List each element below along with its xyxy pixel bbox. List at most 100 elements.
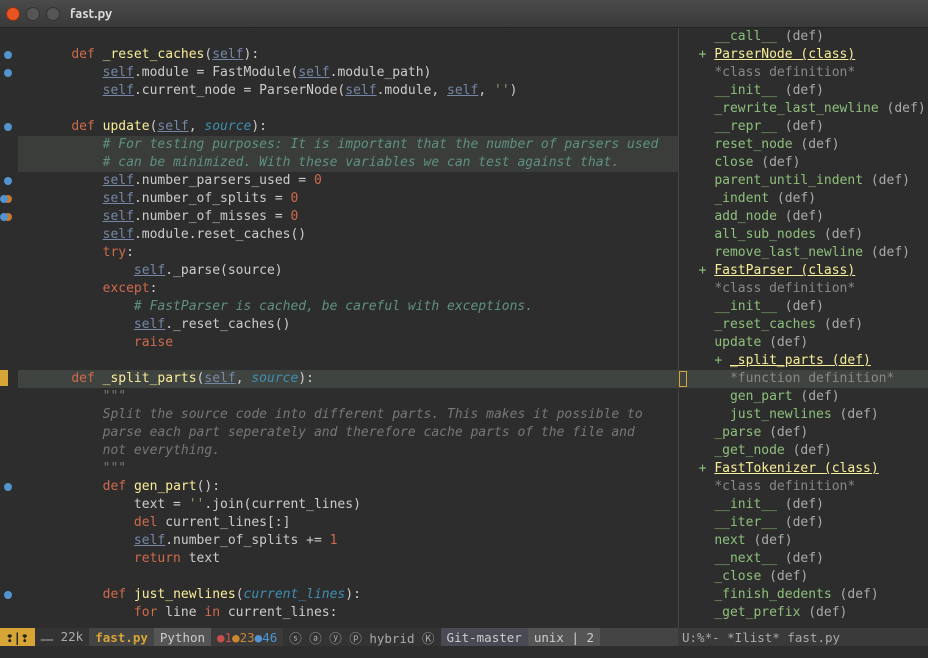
gutter-mark-blue — [0, 195, 8, 203]
modeline-left: ❢|❢ ⎼ 22k fast.py Python ●1 ●23 ●46 ⓢ ⓐ … — [0, 628, 678, 646]
code-line[interactable]: for line in current_lines: — [18, 604, 678, 622]
code-line[interactable]: def just_newlines(current_lines): — [18, 586, 678, 604]
code-line[interactable]: def gen_part(): — [18, 478, 678, 496]
gutter — [0, 28, 18, 628]
flycheck-status[interactable]: ●1 ●23 ●46 — [211, 628, 283, 646]
outline-item[interactable]: *class definition* — [679, 280, 928, 298]
code-line[interactable]: text = ''.join(current_lines) — [18, 496, 678, 514]
code-line[interactable]: Split the source code into different par… — [18, 406, 678, 424]
code-line[interactable] — [18, 352, 678, 370]
code-area[interactable]: def _reset_caches(self): self.module = F… — [18, 28, 678, 622]
outline-item[interactable]: + FastParser (class) — [679, 262, 928, 280]
flycheck-info: ●46 — [255, 630, 278, 645]
outline-item[interactable]: remove_last_newline (def) — [679, 244, 928, 262]
outline-item[interactable]: _get_node (def) — [679, 442, 928, 460]
warning-indicator: ❢|❢ — [0, 628, 35, 646]
minimize-icon[interactable] — [26, 7, 40, 21]
close-icon[interactable] — [6, 7, 20, 21]
gutter-mark-blue — [0, 213, 8, 221]
buffer-name[interactable]: fast.py — [89, 628, 154, 646]
code-line[interactable]: del current_lines[:] — [18, 514, 678, 532]
modeline-right: U:%*- *Ilist* fast.py — [678, 628, 928, 646]
workspace: def _reset_caches(self): self.module = F… — [0, 28, 928, 628]
outline-item[interactable]: just_newlines (def) — [679, 406, 928, 424]
minor-modes: ⓢ ⓐ ⓨ ⓟ hybrid Ⓚ — [283, 628, 440, 646]
titlebar: fast.py — [0, 0, 928, 28]
code-line[interactable]: def _reset_caches(self): — [18, 46, 678, 64]
minibuffer[interactable] — [0, 646, 928, 658]
code-line[interactable]: # FastParser is cached, be careful with … — [18, 298, 678, 316]
outline-item[interactable]: gen_part (def) — [679, 388, 928, 406]
encoding: unix | 2 — [528, 628, 600, 646]
outline-item[interactable]: _indent (def) — [679, 190, 928, 208]
gutter-mark-blue — [4, 483, 12, 491]
outline-item[interactable]: _get_prefix (def) — [679, 604, 928, 622]
outline-item[interactable]: __next__ (def) — [679, 550, 928, 568]
outline-item[interactable]: __call__ (def) — [679, 28, 928, 46]
outline-item[interactable]: close (def) — [679, 154, 928, 172]
code-line[interactable]: """ — [18, 388, 678, 406]
outline-item[interactable]: *function definition* — [679, 370, 928, 388]
outline-item[interactable]: add_node (def) — [679, 208, 928, 226]
flycheck-warnings: ●23 — [232, 630, 255, 645]
code-line[interactable] — [18, 568, 678, 586]
code-line[interactable]: self.number_of_splits = 0 — [18, 190, 678, 208]
gutter-mark-yellow — [0, 370, 8, 386]
code-line[interactable] — [18, 100, 678, 118]
outline-item[interactable]: update (def) — [679, 334, 928, 352]
code-line[interactable]: self.current_node = ParserNode(self.modu… — [18, 82, 678, 100]
code-line[interactable]: self.number_of_misses = 0 — [18, 208, 678, 226]
flycheck-errors: ●1 — [217, 630, 232, 645]
outline-item[interactable]: __init__ (def) — [679, 496, 928, 514]
outline-item[interactable]: *class definition* — [679, 64, 928, 82]
maximize-icon[interactable] — [46, 7, 60, 21]
gutter-mark-blue — [4, 51, 12, 59]
code-line[interactable]: # can be minimized. With these variables… — [18, 154, 678, 172]
code-line[interactable]: not everything. — [18, 442, 678, 460]
outline-item[interactable]: __repr__ (def) — [679, 118, 928, 136]
outline-item[interactable]: _parse (def) — [679, 424, 928, 442]
code-editor[interactable]: def _reset_caches(self): self.module = F… — [0, 28, 678, 628]
gutter-mark-blue — [4, 591, 12, 599]
code-line[interactable]: """ — [18, 460, 678, 478]
gutter-mark-blue — [4, 123, 12, 131]
code-line[interactable]: def _split_parts(self, source): — [18, 370, 678, 388]
code-line[interactable]: parse each part seperately and therefore… — [18, 424, 678, 442]
outline-item[interactable]: _rewrite_last_newline (def) — [679, 100, 928, 118]
outline-item[interactable]: __init__ (def) — [679, 82, 928, 100]
code-line[interactable]: self.module.reset_caches() — [18, 226, 678, 244]
code-line[interactable]: raise — [18, 334, 678, 352]
window-title: fast.py — [70, 7, 112, 21]
outline-item[interactable]: reset_node (def) — [679, 136, 928, 154]
outline-item[interactable]: parent_until_indent (def) — [679, 172, 928, 190]
gutter-mark-blue — [4, 69, 12, 77]
outline-item[interactable]: __init__ (def) — [679, 298, 928, 316]
outline-item[interactable]: + FastTokenizer (class) — [679, 460, 928, 478]
code-line[interactable]: return text — [18, 550, 678, 568]
outline-item[interactable]: all_sub_nodes (def) — [679, 226, 928, 244]
code-line[interactable]: try: — [18, 244, 678, 262]
code-line[interactable] — [18, 28, 678, 46]
code-line[interactable]: self.number_parsers_used = 0 — [18, 172, 678, 190]
code-line[interactable]: self.module = FastModule(self.module_pat… — [18, 64, 678, 82]
code-line[interactable]: self.number_of_splits += 1 — [18, 532, 678, 550]
outline-item[interactable]: next (def) — [679, 532, 928, 550]
code-line[interactable]: self._parse(source) — [18, 262, 678, 280]
outline-item[interactable]: *class definition* — [679, 478, 928, 496]
vc-status[interactable]: Git-master — [441, 628, 528, 646]
outline-item[interactable]: _reset_caches (def) — [679, 316, 928, 334]
position-indicator: ⎼ 22k — [35, 628, 90, 646]
outline-item[interactable]: _finish_dedents (def) — [679, 586, 928, 604]
outline-item[interactable]: _close (def) — [679, 568, 928, 586]
code-line[interactable]: # For testing purposes: It is important … — [18, 136, 678, 154]
outline-cursor — [679, 371, 687, 387]
outline-item[interactable]: + ParserNode (class) — [679, 46, 928, 64]
code-line[interactable]: except: — [18, 280, 678, 298]
outline-item[interactable]: __iter__ (def) — [679, 514, 928, 532]
outline-item[interactable]: + _split_parts (def) — [679, 352, 928, 370]
gutter-mark-blue — [4, 177, 12, 185]
major-mode[interactable]: Python — [154, 628, 211, 646]
code-line[interactable]: def update(self, source): — [18, 118, 678, 136]
code-line[interactable]: self._reset_caches() — [18, 316, 678, 334]
outline-sidebar[interactable]: __call__ (def) + ParserNode (class) *cla… — [678, 28, 928, 628]
